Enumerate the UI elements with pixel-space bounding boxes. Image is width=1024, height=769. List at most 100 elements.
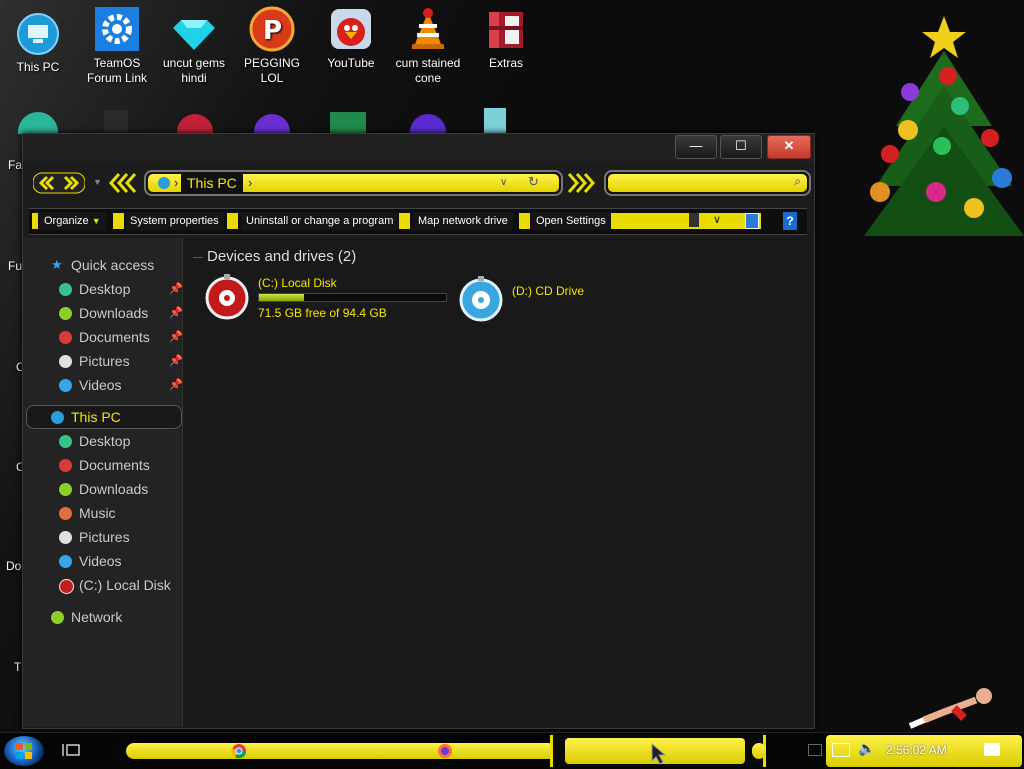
desktop-figure-gadget [904,686,1000,733]
breadcrumb-separator: › [248,175,253,190]
close-button[interactable]: ✕ [767,135,811,159]
star-icon: ★ [51,257,63,272]
breadcrumb-separator: › [174,175,179,190]
start-button[interactable] [4,736,44,766]
uninstall-program-button[interactable]: Uninstall or change a program [241,212,399,230]
explorer-window[interactable]: — ☐ ✕ ▼ › This PC › ∨ ↻ ⌕ Organize ▼ Sys… [22,133,815,729]
desktop-icon-cum-stained-cone[interactable]: cum stained cone [390,6,466,86]
preview-pane-icon[interactable] [745,213,759,229]
command-bar-filler [611,213,761,229]
this-pc-address-icon [158,177,170,189]
desktop-icon-this-pc[interactable]: This PC [0,10,76,75]
pin-icon: 📌 [169,379,183,391]
action-center-icon[interactable] [984,743,1000,756]
search-input[interactable] [612,175,786,191]
desktop-partial-label[interactable]: Fu [8,259,22,273]
show-hidden-icons-button[interactable] [808,744,822,756]
taskbar-right-strip [752,743,766,759]
pin-icon: 📌 [169,331,183,343]
cd-drive-icon [459,276,503,322]
nav-label: This PC [71,409,121,425]
local-disk-icon [59,579,74,594]
chrome-icon[interactable] [231,743,247,759]
drive-d[interactable]: (D:) CD Drive [459,274,619,324]
desktop-icon-youtube[interactable]: YouTube [313,6,389,71]
nav-this-pc[interactable]: This PC [26,405,182,429]
nav-label: (C:) Local Disk [79,577,171,593]
diamond-icon [171,6,217,52]
task-view-icon[interactable] [62,742,80,758]
desktop-row2-icons [18,108,506,134]
nav-qa-desktop[interactable]: Desktop 📌 [59,278,203,300]
svg-text:P: P [263,16,282,46]
maximize-button[interactable]: ☐ [720,135,762,159]
search-box[interactable]: ⌕ [604,170,811,196]
nav-qa-documents[interactable]: Documents 📌 [59,326,203,348]
network-icon [51,611,64,624]
nav-label: Videos [79,377,122,393]
network-tray-icon[interactable] [832,743,850,757]
desktop-folder-icon [59,435,72,448]
volume-icon[interactable]: 🔈 [858,740,875,757]
vlc-cone-icon [405,6,451,52]
command-separator [519,213,530,229]
nav-label: Downloads [79,305,149,321]
nav-label: Pictures [79,529,130,545]
pin-icon: 📌 [169,307,183,319]
desktop-icon-label: Extras [488,56,523,70]
taskbar: 🔈 2:56:02 AM [0,732,1024,769]
address-bar[interactable]: › This PC › ∨ ↻ [144,170,563,196]
nav-label: Videos [79,553,122,569]
nav-qa-pictures[interactable]: Pictures 📌 [59,350,203,372]
desktop-icon-teamos-forum-link[interactable]: TeamOS Forum Link [79,6,155,86]
minimize-button[interactable]: — [675,135,717,159]
address-dropdown-icon[interactable]: ∨ [500,177,507,188]
command-separator [32,213,38,229]
navigation-row: ▼ › This PC › ∨ ↻ ⌕ [23,169,814,197]
firefox-icon[interactable] [437,743,453,759]
downloads-folder-icon [59,307,72,320]
organize-button[interactable]: Organize ▼ [39,212,106,230]
change-view-icon[interactable] [689,213,699,227]
desktop-icon-label: This PC [16,60,60,74]
chevron-down-icon: ▼ [91,216,101,226]
recent-locations-chevron-icon[interactable]: ▼ [93,177,102,187]
help-button[interactable]: ? [783,212,797,230]
gear-icon [94,6,140,52]
nav-label: Documents [79,457,150,473]
group-header[interactable]: Devices and drives (2) [207,248,356,265]
drive-c[interactable]: (C:) Local Disk 71.5 GB free of 94.4 GB [205,274,465,324]
nav-label: Music [79,505,116,521]
desktop-icon-label: PEGGING LOL [243,56,300,85]
search-icon[interactable]: ⌕ [794,174,801,189]
nav-label: Downloads [79,481,149,497]
collapse-group-icon[interactable]: — [193,252,203,263]
desktop-icon-label: uncut gems hindi [162,56,226,85]
nav-qa-videos[interactable]: Videos 📌 [59,374,203,396]
mouse-cursor-icon [650,742,668,765]
drive-name: (C:) Local Disk [258,276,337,290]
breadcrumb-this-pc[interactable]: This PC [181,174,243,192]
christmas-tree-gadget [856,6,1024,249]
documents-folder-icon [59,459,72,472]
clock[interactable]: 2:56:02 AM [886,743,947,757]
navigation-pane: ★ Quick access Desktop 📌 Downloads 📌 Doc… [23,238,183,727]
map-network-drive-button[interactable]: Map network drive [413,212,513,230]
desktop-icon-uncut-gems-hindi[interactable]: uncut gems hindi [156,6,232,86]
command-bar: Organize ▼ System properties Uninstall o… [29,208,807,235]
open-settings-button[interactable]: Open Settings [531,212,611,230]
desktop-icon-extras[interactable]: Extras [468,6,544,71]
pin-icon: 📌 [169,283,183,295]
drive-usage-bar [258,293,447,302]
computer-icon [15,10,61,56]
back-forward-arrows-icon[interactable] [32,171,86,200]
desktop-icon-pegging-lol[interactable]: P PEGGING LOL [234,6,310,86]
title-bar[interactable]: — ☐ ✕ [23,134,814,162]
view-options-chevron-icon[interactable]: ∨ [713,213,721,226]
nav-qa-downloads[interactable]: Downloads 📌 [59,302,203,324]
angry-bird-icon [328,6,374,52]
system-properties-button[interactable]: System properties [125,212,224,230]
this-pc-icon [51,411,64,424]
desktop-icon-label: YouTube [327,56,375,70]
refresh-icon[interactable]: ↻ [528,174,539,190]
